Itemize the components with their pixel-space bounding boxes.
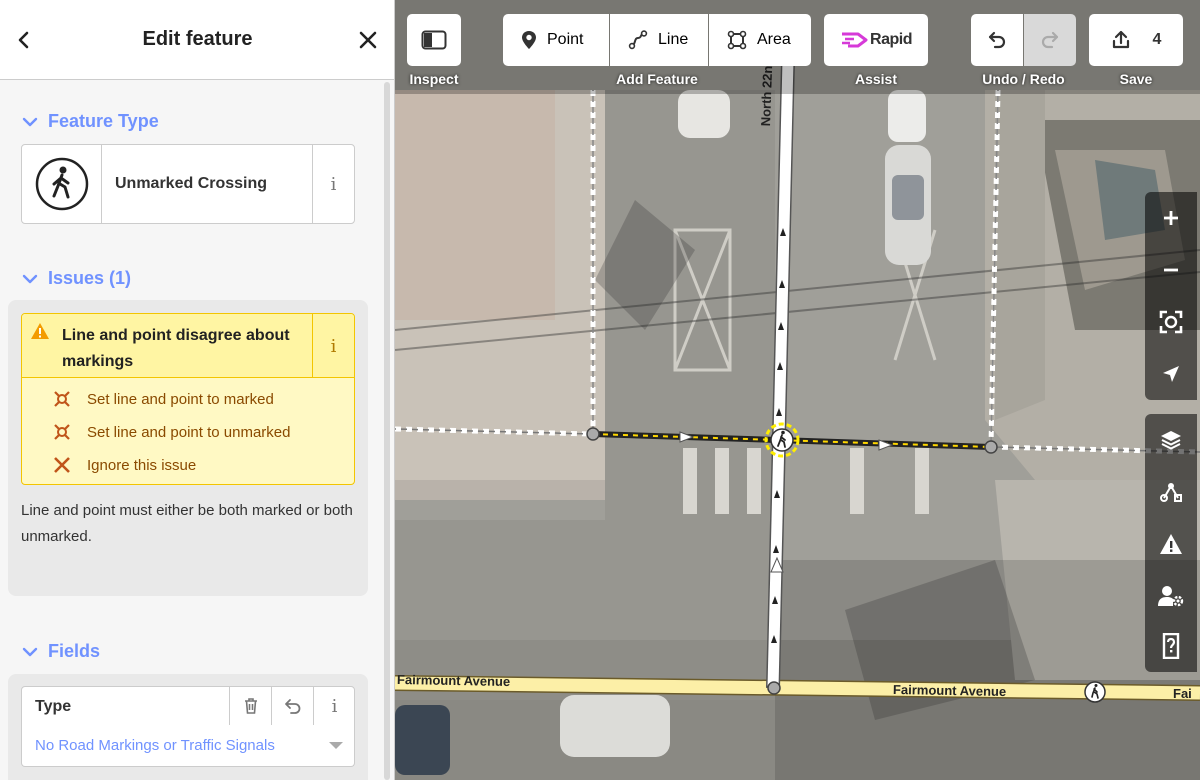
zoom-out-button[interactable] <box>1145 244 1197 296</box>
fix-label: Ignore this issue <box>87 456 197 474</box>
undo-button[interactable] <box>971 14 1023 66</box>
issues-icon <box>1160 534 1182 554</box>
line-label: Line <box>658 31 689 48</box>
preferences-icon <box>1158 586 1184 607</box>
chevron-down-icon <box>22 117 38 126</box>
street-label-fairmount-left: Fairmount Avenue <box>396 672 511 689</box>
zoom-to-selection-button[interactable] <box>1145 296 1197 348</box>
fix-set-unmarked[interactable]: Set line and point to unmarked <box>22 417 354 447</box>
map-view[interactable]: North 22nd Street Fairmount Avenue Fairm… <box>395 0 1200 780</box>
issue-container: Line and point disagree about markings i… <box>8 300 368 596</box>
background-button[interactable] <box>1145 414 1197 466</box>
issue-message: Line and point disagree about markings <box>62 327 290 370</box>
section-label: Fields <box>48 641 101 661</box>
sidebar-header: Edit feature <box>0 0 394 80</box>
point-label: Point <box>547 31 584 48</box>
sidebar-toggle-icon <box>421 30 447 50</box>
aerial-imagery <box>395 0 1200 780</box>
undo-redo-label: Undo / Redo <box>982 71 1065 87</box>
undo-icon <box>988 31 1006 49</box>
fix-ignore[interactable]: Ignore this issue <box>22 450 354 480</box>
inspect-button[interactable] <box>407 14 461 66</box>
section-label: Issues (1) <box>48 268 132 288</box>
section-fields[interactable]: Fields <box>22 641 100 662</box>
sidebar-title: Edit feature <box>142 28 253 50</box>
preset-selector[interactable]: Unmarked Crossing i <box>21 144 355 224</box>
field-type-header: Type i <box>21 686 355 726</box>
warning-icon <box>31 323 49 339</box>
close-icon <box>54 457 70 473</box>
background-layers-icon <box>1161 431 1181 450</box>
upload-icon <box>1112 30 1129 49</box>
chevron-down-icon <box>22 647 38 656</box>
top-toolbar: Inspect Point Line Area Add Feature Rapi… <box>395 0 1200 94</box>
street-label-fairmount-right: Fairmount Avenue <box>892 682 1007 699</box>
combo-caret-icon <box>329 742 343 749</box>
save-button[interactable]: 4 <box>1089 14 1183 66</box>
close-icon <box>359 31 377 49</box>
rapid-label: Rapid <box>870 31 912 48</box>
issues-pane-button[interactable] <box>1145 518 1197 570</box>
point-icon <box>522 31 536 49</box>
field-value: No Road Markings or Traffic Signals <box>35 737 275 754</box>
zoom-in-button[interactable] <box>1145 192 1197 244</box>
field-undo-button[interactable] <box>271 687 313 725</box>
line-icon <box>628 30 648 50</box>
fix-label: Set line and point to marked <box>87 390 274 408</box>
close-button[interactable] <box>354 26 382 54</box>
trash-icon <box>244 698 257 714</box>
area-label: Area <box>757 31 791 48</box>
zoom-to-selection-icon <box>1159 310 1183 334</box>
zoom-in-icon <box>1164 211 1178 225</box>
field-type-combo[interactable]: No Road Markings or Traffic Signals <box>21 725 355 767</box>
redo-icon <box>1041 31 1059 49</box>
inspect-label: Inspect <box>409 71 459 87</box>
help-icon <box>1162 633 1180 659</box>
assist-label: Assist <box>854 71 898 87</box>
add-feature-label: Add Feature <box>616 71 698 87</box>
preset-info-button[interactable]: i <box>312 145 354 223</box>
section-issues[interactable]: Issues (1) <box>22 268 131 289</box>
rapid-logo-icon <box>842 32 868 48</box>
fix-label: Set line and point to unmarked <box>87 423 291 441</box>
add-area-button[interactable]: Area <box>709 14 811 66</box>
geolocate-icon <box>1163 366 1179 382</box>
map-controls-panes <box>1145 414 1197 672</box>
field-label: Type <box>35 698 72 715</box>
preferences-button[interactable] <box>1145 570 1197 622</box>
unmarked-node-icon <box>54 424 70 440</box>
inspector-sidebar: Edit feature Feature Type Unmarked Cross… <box>0 0 395 780</box>
map-data-button[interactable] <box>1145 466 1197 518</box>
save-label: Save <box>1119 71 1153 87</box>
pedestrian-icon <box>35 157 88 211</box>
add-line-button[interactable]: Line <box>610 14 708 66</box>
preset-icon-box <box>22 145 102 223</box>
zoom-out-icon <box>1164 268 1178 272</box>
geolocate-button[interactable] <box>1145 348 1197 400</box>
help-button[interactable] <box>1145 620 1197 672</box>
add-point-button[interactable]: Point <box>503 14 609 66</box>
map-controls-navigation <box>1145 192 1197 400</box>
issue-header[interactable]: Line and point disagree about markings i <box>22 314 354 378</box>
rapid-button[interactable]: Rapid <box>824 14 928 66</box>
field-container: Type i No Road Markings or Traffic Signa… <box>8 674 368 780</box>
field-remove-button[interactable] <box>229 687 271 725</box>
issue-info-button[interactable]: i <box>312 314 354 378</box>
fix-set-marked[interactable]: Set line and point to marked <box>22 384 354 414</box>
section-label: Feature Type <box>48 111 159 131</box>
field-info-button[interactable]: i <box>313 687 355 725</box>
map-data-icon <box>1160 483 1182 502</box>
section-feature-type[interactable]: Feature Type <box>22 111 159 132</box>
issue-reference: Line and point must either be both marke… <box>21 502 353 545</box>
save-count: 4 <box>1152 31 1162 48</box>
redo-button[interactable] <box>1024 14 1076 66</box>
preset-name: Unmarked Crossing <box>115 175 268 192</box>
undo-icon <box>284 699 300 714</box>
issue-box: Line and point disagree about markings i… <box>21 313 355 485</box>
area-icon <box>727 30 747 50</box>
sidebar-scrollbar[interactable] <box>384 82 390 780</box>
marked-node-icon <box>54 391 70 407</box>
chevron-down-icon <box>22 274 38 283</box>
street-label-edge: Fai <box>1173 686 1192 701</box>
